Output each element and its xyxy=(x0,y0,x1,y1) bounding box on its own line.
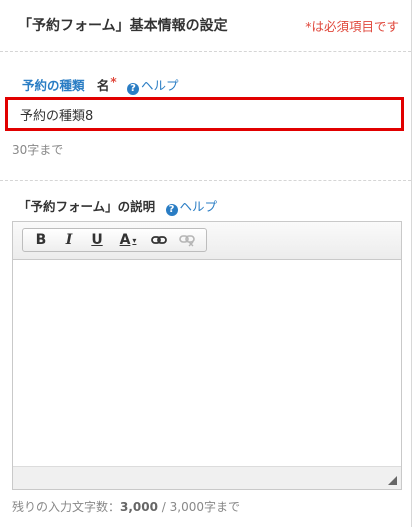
link-button[interactable] xyxy=(145,229,173,251)
editor-toolbar: B I U A ▾ xyxy=(13,222,401,260)
name-char-limit-hint: 30字まで xyxy=(12,143,64,157)
description-field-label: 「予約フォーム」の説明 ? ヘルプ xyxy=(18,196,217,216)
unlink-button[interactable] xyxy=(173,229,201,251)
toolbar-button-group: B I U A ▾ xyxy=(22,228,207,252)
name-field-label: 予約の種類 名* ? ヘルプ xyxy=(22,75,179,95)
name-label-part2: 名 xyxy=(96,78,110,93)
counter-suffix: / 3,000字まで xyxy=(157,500,241,514)
rich-text-editor: B I U A ▾ xyxy=(12,221,402,490)
name-label-part1: 予約の種類 xyxy=(22,78,85,93)
name-help-link[interactable]: ヘルプ xyxy=(141,78,179,93)
chevron-down-icon: ▾ xyxy=(132,235,137,245)
booking-form-settings-panel: 「予約フォーム」基本情報の設定 *は必須項目です 予約の種類 名* ?ヘルプ 3… xyxy=(0,0,412,527)
panel-header: 「予約フォーム」基本情報の設定 *は必須項目です xyxy=(0,0,411,52)
reservation-type-name-input[interactable] xyxy=(5,97,404,131)
underline-button[interactable]: U xyxy=(83,229,111,251)
counter-prefix: 残りの入力文字数： xyxy=(12,500,121,514)
unlink-icon xyxy=(179,235,195,247)
font-color-letter: A xyxy=(119,232,131,248)
description-label-text: 「予約フォーム」の説明 xyxy=(18,199,156,214)
remaining-char-counter: 残りの入力文字数：3,000 / 3,000字まで xyxy=(12,498,240,515)
required-mark: * xyxy=(110,75,117,89)
help-icon[interactable]: ? xyxy=(165,204,178,216)
editor-status-bar xyxy=(13,466,401,489)
italic-button[interactable]: I xyxy=(55,229,83,251)
description-editor-area[interactable] xyxy=(13,260,401,467)
panel-title: 「予約フォーム」基本情報の設定 xyxy=(18,18,228,34)
description-help-link[interactable]: ヘルプ xyxy=(180,199,218,214)
resize-grip-icon[interactable] xyxy=(388,476,397,485)
help-icon[interactable]: ? xyxy=(127,83,140,95)
bold-button[interactable]: B xyxy=(27,229,55,251)
required-note: *は必須項目です xyxy=(305,19,399,34)
counter-value: 3,000 xyxy=(120,500,158,514)
section-divider xyxy=(0,180,411,181)
link-icon xyxy=(151,236,167,244)
font-color-button[interactable]: A ▾ xyxy=(111,229,145,251)
